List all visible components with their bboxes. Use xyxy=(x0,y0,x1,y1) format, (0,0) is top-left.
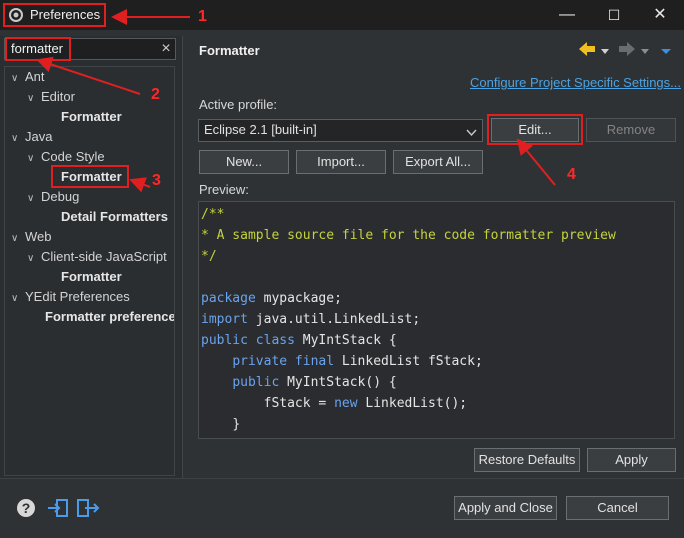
callout-number-4: 4 xyxy=(567,166,576,183)
callout-number-3: 3 xyxy=(152,172,161,189)
callout-arrows xyxy=(36,9,556,193)
callout-number-2: 2 xyxy=(151,86,160,103)
callout-number-1: 1 xyxy=(198,8,207,25)
